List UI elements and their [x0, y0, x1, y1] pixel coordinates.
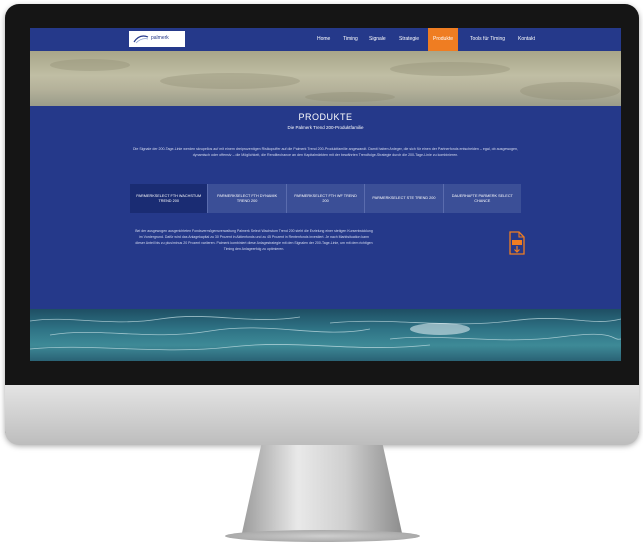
product-description: Bei der ausgewogen ausgerichteten Fondsv… [135, 229, 373, 251]
tab-select-chance[interactable]: DAUERHAFTE PARMERK SELECT CHANCE [443, 184, 522, 213]
tab-dynamik-trend[interactable]: PARMERKSELECT FTH DYNAMIK TREND 200 [208, 184, 287, 213]
top-navigation: palmerk Home Timing Signale Strategie Pr… [30, 28, 621, 51]
sea-footer-image [30, 309, 621, 361]
monitor-stand [242, 445, 402, 533]
tab-wf-trend[interactable]: PARMERKSELECT FTH WF TREND 200 [286, 184, 366, 213]
nav-kontakt[interactable]: Kontakt [518, 36, 535, 42]
tab-ste-trend[interactable]: PARMERKSELECT STE TREND 200 [365, 184, 444, 213]
logo-swoosh-icon [133, 35, 149, 44]
page-title: PRODUKTE [298, 112, 353, 122]
nav-home[interactable]: Home [317, 36, 330, 42]
products-section: PRODUKTE Die Palmerk Trend 200-Produktfa… [30, 106, 621, 309]
nav-tools-fuer-timing[interactable]: Tools für Timing [470, 36, 505, 42]
intro-text: Die Signale der 200-Tage-Linie werden sk… [132, 147, 519, 157]
nav-strategie[interactable]: Strategie [399, 36, 419, 42]
nav-signale[interactable]: Signale [369, 36, 386, 42]
beach-texture [50, 59, 620, 102]
pdf-download-icon[interactable] [507, 230, 527, 256]
logo[interactable]: palmerk [129, 31, 185, 47]
logo-text: palmerk [151, 35, 169, 41]
page-subtitle: Die Palmerk Trend 200-Produktfamilie [287, 125, 364, 130]
product-tabs: PARMERKSELECT FTH WACHSTUM TREND 200 PAR… [130, 184, 522, 213]
monitor-chin [5, 385, 639, 445]
tab-wachstum-trend[interactable]: PARMERKSELECT FTH WACHSTUM TREND 200 [130, 184, 209, 213]
nav-produkte[interactable]: Produkte [428, 28, 459, 51]
wave-texture [30, 316, 621, 351]
screen: palmerk Home Timing Signale Strategie Pr… [30, 28, 621, 361]
nav-timing[interactable]: Timing [343, 36, 358, 42]
monitor-foot [225, 530, 420, 542]
beach-header-image [30, 51, 621, 106]
